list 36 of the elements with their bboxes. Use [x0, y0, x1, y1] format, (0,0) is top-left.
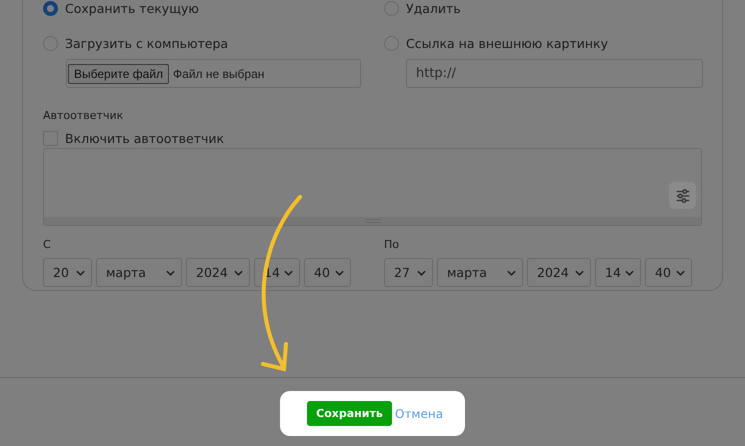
radio-label: Удалить	[406, 0, 461, 16]
cancel-link[interactable]: Отмена	[395, 406, 444, 420]
date-label: По	[384, 238, 400, 253]
dropdown[interactable]: 20	[43, 258, 92, 287]
radio-label: Ссылка на внешнюю картинку	[406, 36, 608, 50]
chevron-down-icon	[234, 270, 243, 276]
chevron-down-icon	[284, 270, 293, 276]
dropdown[interactable]: 2024	[186, 258, 250, 287]
checkbox-label: Включить автоответчик	[65, 130, 224, 146]
chevron-down-icon	[507, 270, 516, 276]
chevron-down-icon	[166, 270, 175, 276]
save-button[interactable]: Сохранить	[307, 401, 392, 426]
dropdown[interactable]: марта	[437, 258, 523, 287]
dropdown[interactable]: 40	[645, 258, 692, 287]
radio-button[interactable]	[43, 0, 58, 16]
file-input[interactable]: Выберите файл Файл не выбран	[66, 59, 361, 88]
dropdown[interactable]: 40	[304, 258, 351, 287]
dropdown[interactable]: 2024	[527, 258, 591, 287]
dropdown[interactable]: марта	[96, 258, 182, 287]
resize-handle[interactable]	[44, 217, 701, 225]
date-label: С	[43, 238, 52, 253]
radio-label: Сохранить текущую	[65, 0, 199, 16]
file-status: Файл не выбран	[173, 66, 264, 80]
url-field[interactable]: http://	[406, 59, 703, 88]
chevron-down-icon	[76, 270, 85, 276]
dropdown[interactable]: 27	[384, 258, 433, 287]
section-title: Автоответчик	[43, 109, 124, 123]
settings-icon[interactable]	[669, 182, 696, 209]
chevron-down-icon	[625, 270, 634, 276]
radio-label: Загрузить с компьютера	[65, 36, 228, 50]
chevron-down-icon	[335, 270, 344, 276]
chevron-down-icon	[676, 270, 685, 276]
choose-file-button[interactable]: Выберите файл	[68, 64, 170, 84]
chevron-down-icon	[575, 270, 584, 276]
dropdown[interactable]: 14	[595, 258, 641, 287]
chevron-down-icon	[417, 270, 426, 276]
